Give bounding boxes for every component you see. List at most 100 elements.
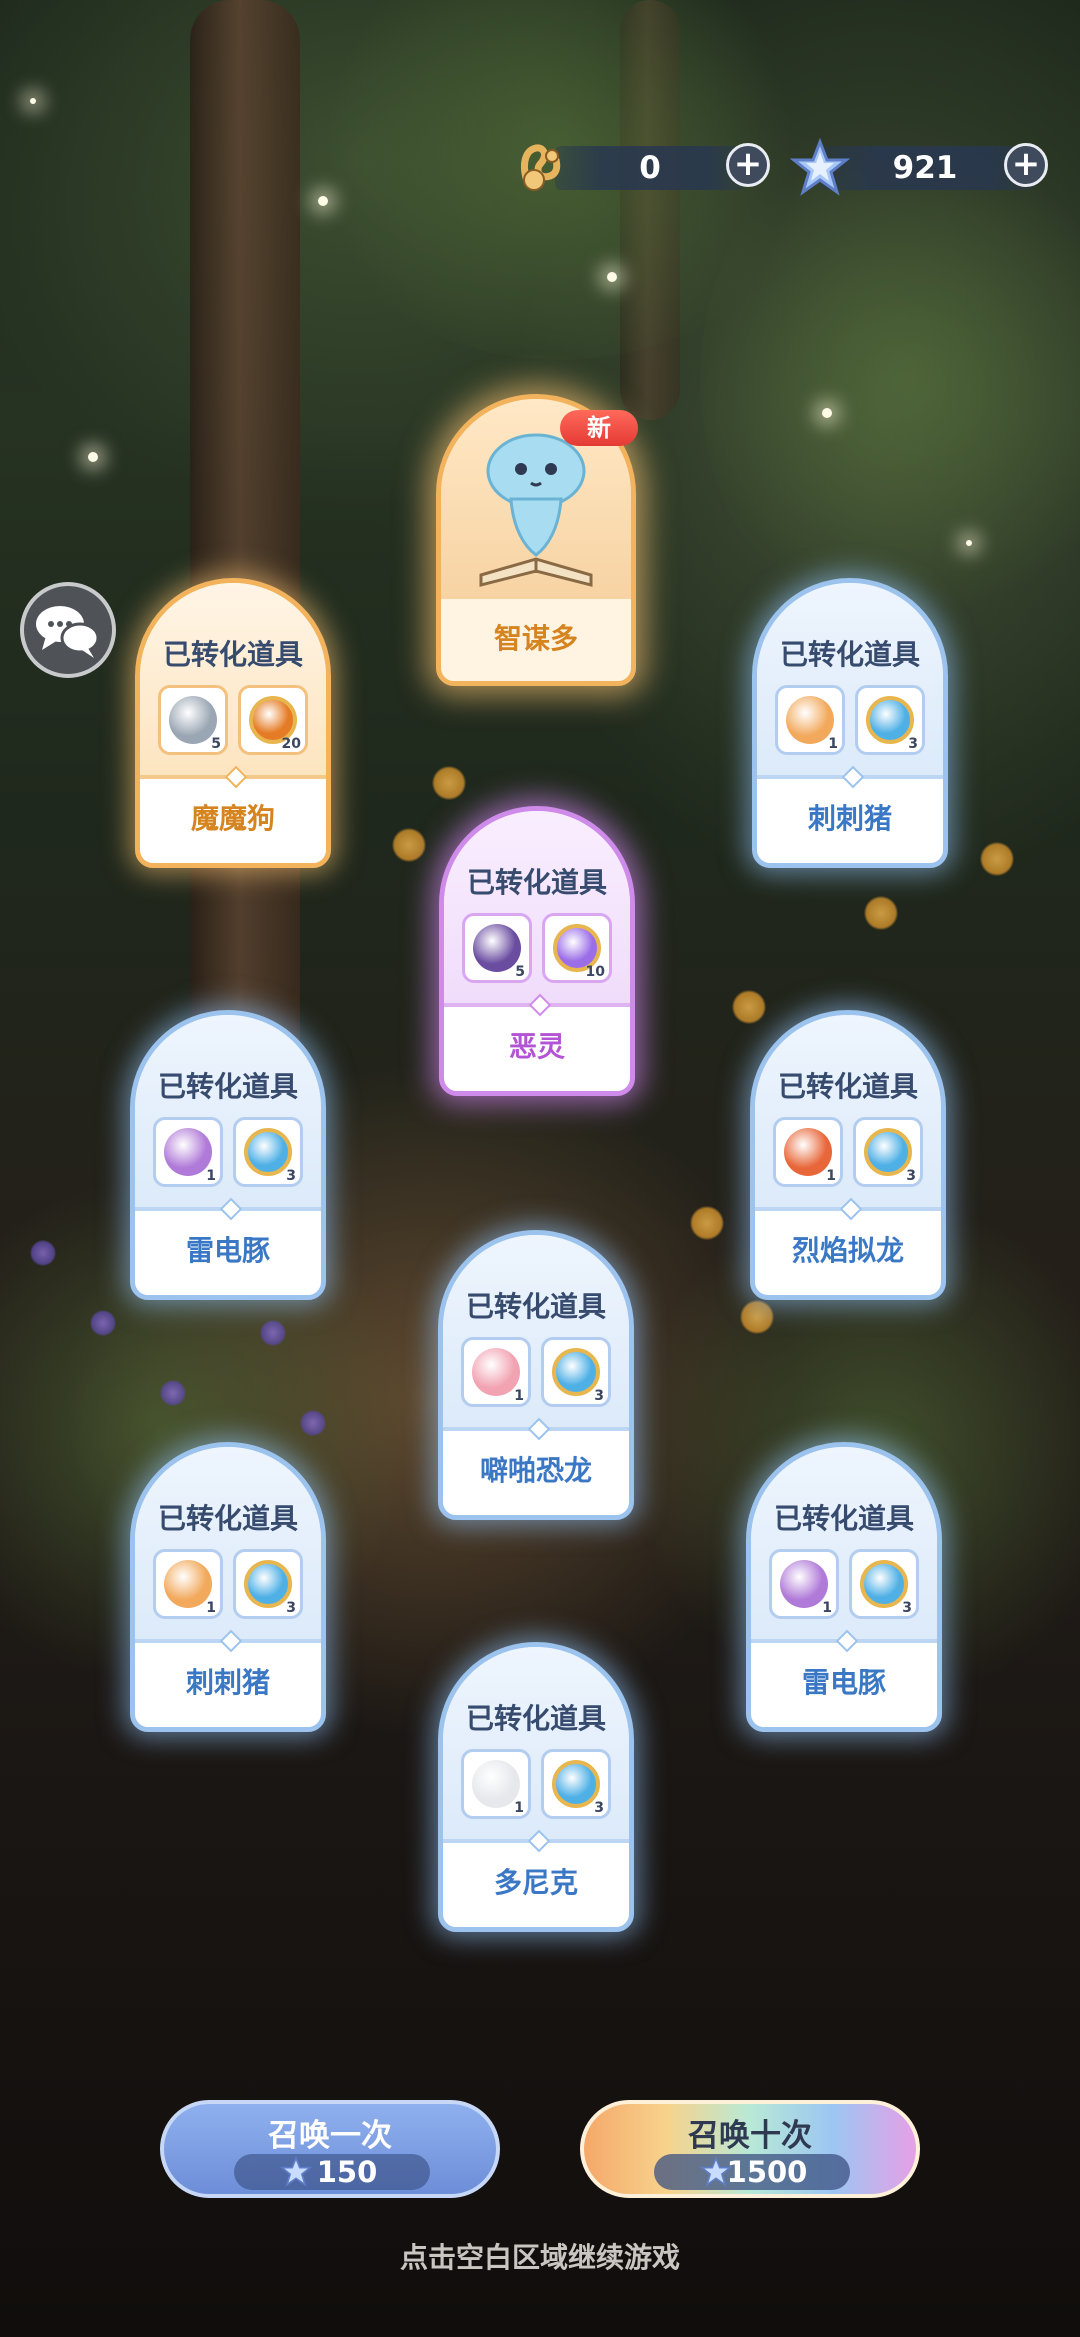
card-title: 已转化道具 (779, 638, 920, 671)
card-title: 已转化道具 (466, 866, 607, 899)
flower (160, 1380, 186, 1406)
item-count: 1 (828, 736, 838, 752)
result-card[interactable]: 已转化道具 1 3 雷电豚 (130, 1010, 326, 1300)
item-count: 3 (286, 1600, 296, 1616)
card-title: 已转化道具 (773, 1502, 914, 1535)
blue-orb-token-icon (244, 1128, 292, 1176)
sparkle (30, 98, 36, 104)
converted-item-slot[interactable]: 1 (769, 1549, 839, 1619)
creature-name: 魔魔狗 (190, 802, 275, 835)
pink-dino-icon (472, 1348, 520, 1396)
chat-button[interactable] (20, 582, 116, 678)
card-title: 已转化道具 (465, 1290, 606, 1323)
white-cat-icon (472, 1760, 520, 1808)
converted-item-slot[interactable]: 1 (153, 1549, 223, 1619)
item-count: 1 (826, 1168, 836, 1184)
sparkle (966, 540, 972, 546)
result-card[interactable]: 已转化道具 5 10 恶灵 (439, 806, 635, 1096)
purple-dolphin-icon (780, 1560, 828, 1608)
item-count: 3 (902, 1600, 912, 1616)
chat-bubbles-icon (36, 606, 100, 658)
result-card[interactable]: 已转化道具 1 3 刺刺猪 (752, 578, 948, 868)
creature-name: 恶灵 (508, 1030, 565, 1063)
converted-item-slot[interactable]: 1 (775, 685, 845, 755)
item-count: 1 (514, 1800, 524, 1816)
blue-orb-token-icon (864, 1128, 912, 1176)
summon-ten-cost: 1500 (654, 2154, 850, 2190)
sparkle (318, 196, 328, 206)
converted-item-slot[interactable]: 3 (233, 1117, 303, 1187)
converted-item-slot[interactable]: 10 (542, 913, 612, 983)
creature-name: 多尼克 (493, 1866, 578, 1899)
converted-item-slot[interactable]: 3 (541, 1337, 611, 1407)
creature-name: 雷电豚 (185, 1234, 270, 1267)
item-count: 3 (286, 1168, 296, 1184)
item-count: 10 (585, 964, 605, 980)
item-count: 1 (206, 1600, 216, 1616)
gray-creature-icon (169, 696, 217, 744)
flower (300, 1410, 326, 1436)
continue-hint: 点击空白区域继续游戏 (399, 2241, 680, 2274)
flower (90, 1310, 116, 1336)
item-count: 5 (211, 736, 221, 752)
item-count: 3 (594, 1800, 604, 1816)
flower (432, 766, 466, 800)
result-card[interactable]: 已转化道具 1 3 刺刺猪 (130, 1442, 326, 1732)
coin-value: 0 (639, 150, 661, 186)
converted-item-slot[interactable]: 3 (849, 1549, 919, 1619)
orange-hedgehog-icon (786, 696, 834, 744)
item-count: 3 (908, 736, 918, 752)
item-count: 1 (206, 1168, 216, 1184)
result-card[interactable]: 已转化道具 1 3 噼啪恐龙 (438, 1230, 634, 1520)
flower (30, 1240, 56, 1266)
flower (864, 896, 898, 930)
card-title: 已转化道具 (162, 638, 303, 671)
flower (260, 1320, 286, 1346)
summon-result-screen[interactable]: 0 + 921 + 智谋多 新 已转化道具 5 20 魔魔狗 已转化道具 1 3… (0, 0, 1080, 2337)
new-badge: 新 (560, 410, 638, 446)
result-card[interactable]: 已转化道具 5 20 魔魔狗 (135, 578, 331, 868)
converted-item-slot[interactable]: 5 (462, 913, 532, 983)
item-count: 20 (281, 736, 301, 752)
crystal-star-icon (790, 138, 850, 196)
converted-item-slot[interactable]: 5 (158, 685, 228, 755)
converted-item-slot[interactable]: 3 (233, 1549, 303, 1619)
card-title: 已转化道具 (777, 1070, 918, 1103)
summon-once-button[interactable]: 召唤一次 150 (160, 2100, 500, 2198)
orange-hedgehog-icon (164, 1560, 212, 1608)
flower (690, 1206, 724, 1240)
blue-orb-token-icon (552, 1760, 600, 1808)
converted-item-slot[interactable]: 1 (461, 1749, 531, 1819)
blue-orb-token-icon (552, 1348, 600, 1396)
result-card[interactable]: 已转化道具 1 3 多尼克 (438, 1642, 634, 1932)
sparkle (607, 272, 617, 282)
coin-counter: 0 (555, 146, 745, 190)
result-card[interactable]: 已转化道具 1 3 雷电豚 (746, 1442, 942, 1732)
blue-orb-token-icon (860, 1560, 908, 1608)
converted-item-slot[interactable]: 1 (773, 1117, 843, 1187)
sparkle (88, 452, 98, 462)
summon-ten-button[interactable]: 召唤十次 1500 (580, 2100, 920, 2198)
converted-item-slot[interactable]: 3 (541, 1749, 611, 1819)
flower (740, 1300, 774, 1334)
item-count: 1 (822, 1600, 832, 1616)
flower (980, 842, 1014, 876)
item-count: 3 (594, 1388, 604, 1404)
card-title: 已转化道具 (157, 1502, 298, 1535)
creature-name: 烈焰拟龙 (791, 1234, 904, 1267)
purple-ghost-icon (473, 924, 521, 972)
converted-item-slot[interactable]: 3 (853, 1117, 923, 1187)
converted-item-slot[interactable]: 1 (461, 1337, 531, 1407)
featured-name: 智谋多 (493, 622, 578, 655)
converted-item-slot[interactable]: 1 (153, 1117, 223, 1187)
add-coins-button[interactable]: + (726, 143, 770, 187)
result-card[interactable]: 已转化道具 1 3 烈焰拟龙 (750, 1010, 946, 1300)
card-title: 已转化道具 (157, 1070, 298, 1103)
add-stars-button[interactable]: + (1004, 143, 1048, 187)
converted-item-slot[interactable]: 20 (238, 685, 308, 755)
summon-once-label: 召唤一次 (268, 2118, 392, 2154)
converted-item-slot[interactable]: 3 (855, 685, 925, 755)
red-dragon-icon (784, 1128, 832, 1176)
purple-dolphin-icon (164, 1128, 212, 1176)
creature-name: 刺刺猪 (807, 802, 892, 835)
